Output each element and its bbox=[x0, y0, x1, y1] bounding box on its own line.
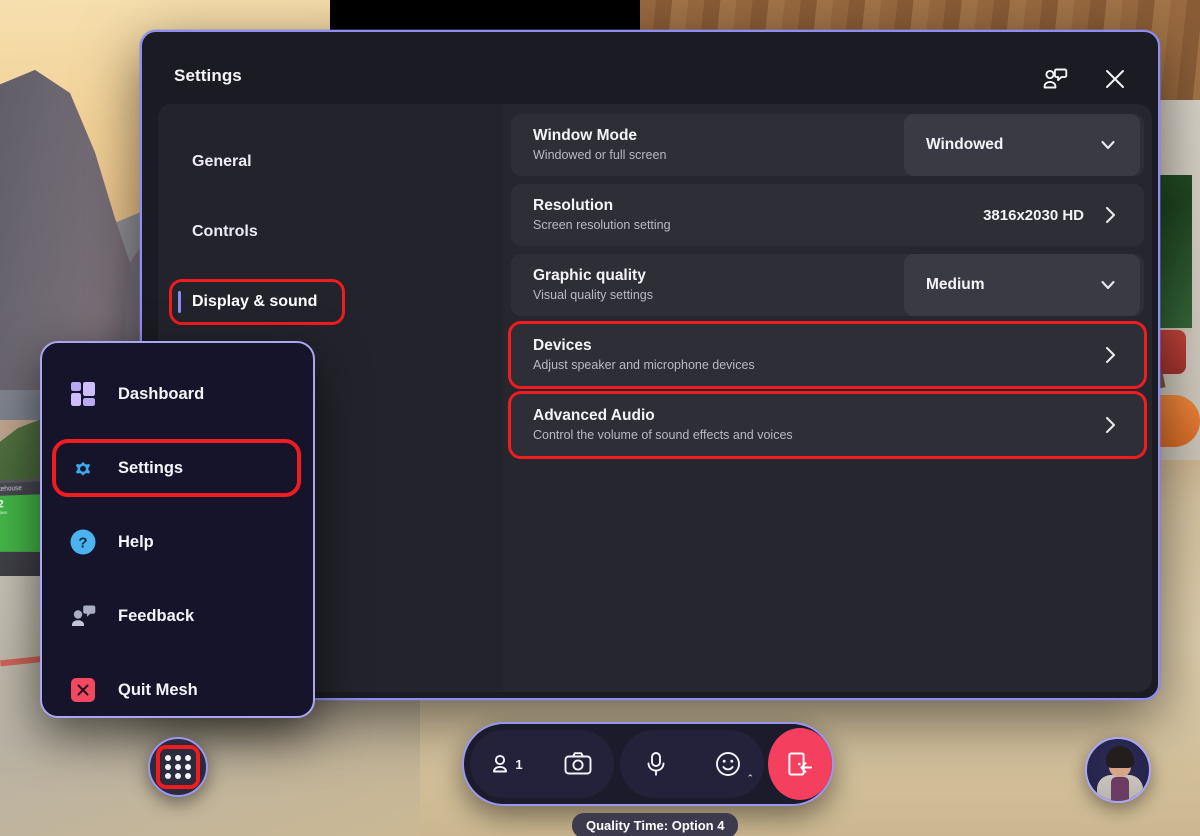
menu-item-label: Quit Mesh bbox=[118, 680, 198, 699]
person-icon bbox=[493, 754, 508, 773]
dropdown-value: Medium bbox=[926, 276, 985, 293]
person-chat-icon bbox=[1043, 68, 1068, 89]
toolbar-group-right: ⌃ bbox=[620, 730, 764, 798]
emoji-icon bbox=[716, 752, 740, 776]
setting-row-window-mode[interactable]: Window Mode Windowed or full screen Wind… bbox=[511, 114, 1144, 176]
avatar[interactable] bbox=[1085, 737, 1151, 803]
avatar-shirt bbox=[1111, 777, 1129, 801]
participants-count: 1 bbox=[515, 756, 523, 772]
close-icon bbox=[1106, 70, 1124, 88]
row-title: Resolution bbox=[533, 196, 614, 214]
microphone-icon bbox=[647, 752, 665, 776]
svg-text:?: ? bbox=[78, 535, 87, 552]
menu-item-feedback[interactable]: Feedback bbox=[42, 591, 313, 641]
row-title: Window Mode bbox=[533, 126, 638, 144]
row-subtitle: Screen resolution setting bbox=[533, 218, 671, 233]
camera-icon bbox=[564, 752, 592, 775]
graphic-quality-dropdown[interactable]: Medium bbox=[904, 254, 1140, 316]
screen-root: Lakehouse 02 headers 03 countdown go to … bbox=[0, 0, 1200, 836]
reactions-button[interactable]: ⌃ bbox=[692, 730, 764, 798]
window-actions bbox=[1036, 60, 1134, 98]
active-indicator-bar bbox=[178, 291, 181, 313]
page-title: Settings bbox=[174, 66, 242, 85]
setting-row-advanced-audio[interactable]: Advanced Audio Control the volume of sou… bbox=[508, 391, 1147, 459]
chevron-right-icon bbox=[1100, 204, 1120, 226]
leave-button[interactable] bbox=[768, 728, 832, 800]
feedback-button[interactable] bbox=[1036, 60, 1074, 98]
menu-item-label: Feedback bbox=[118, 606, 195, 625]
chevron-up-icon: ⌃ bbox=[746, 773, 754, 783]
sidebar-item-label: Controls bbox=[192, 223, 258, 240]
row-title: Advanced Audio bbox=[533, 406, 655, 424]
avatar-hair bbox=[1106, 746, 1134, 768]
row-subtitle: Windowed or full screen bbox=[533, 148, 667, 163]
window-mode-dropdown[interactable]: Windowed bbox=[904, 114, 1140, 176]
app-launcher-button[interactable] bbox=[148, 737, 208, 797]
row-text-group: Graphic quality Visual quality settings bbox=[533, 266, 904, 304]
settings-content: Window Mode Windowed or full screen Wind… bbox=[503, 104, 1152, 692]
close-square-icon bbox=[68, 675, 98, 705]
chevron-right-icon bbox=[1100, 344, 1120, 366]
chevron-right-icon bbox=[1100, 414, 1120, 436]
menu-item-label: Dashboard bbox=[118, 384, 205, 403]
row-title: Graphic quality bbox=[533, 266, 646, 284]
leave-door-icon bbox=[788, 752, 812, 776]
row-subtitle: Control the volume of sound effects and … bbox=[533, 428, 793, 443]
menu-item-label: Help bbox=[118, 532, 154, 551]
row-subtitle: Visual quality settings bbox=[533, 288, 653, 303]
sidebar-item-label: General bbox=[192, 153, 252, 170]
chevron-down-icon bbox=[1098, 275, 1118, 295]
sidebar-item-general[interactable]: General bbox=[158, 142, 503, 182]
setting-row-devices[interactable]: Devices Adjust speaker and microphone de… bbox=[508, 321, 1147, 389]
question-circle-icon: ? bbox=[68, 527, 98, 557]
menu-item-dashboard[interactable]: Dashboard bbox=[42, 369, 313, 419]
dashboard-grid-icon bbox=[68, 379, 98, 409]
tooltip: Quality Time: Option 4 bbox=[572, 813, 739, 836]
sidebar-item-controls[interactable]: Controls bbox=[158, 212, 503, 252]
app-popup-menu: Dashboard Settings ? Help Feedback Quit … bbox=[40, 341, 315, 718]
grid-dots-icon bbox=[156, 745, 200, 789]
menu-item-label: Settings bbox=[118, 458, 184, 477]
person-chat-icon bbox=[68, 601, 98, 631]
sidebar-item-label: Display & sound bbox=[192, 293, 318, 310]
row-text-group: Devices Adjust speaker and microphone de… bbox=[533, 336, 1100, 374]
menu-item-help[interactable]: ? Help bbox=[42, 517, 313, 567]
setting-row-resolution[interactable]: Resolution Screen resolution setting 381… bbox=[511, 184, 1144, 246]
microphone-button[interactable] bbox=[620, 730, 692, 798]
row-subtitle: Adjust speaker and microphone devices bbox=[533, 358, 755, 373]
toolbar-group-left: 1 bbox=[470, 730, 614, 798]
menu-item-settings[interactable]: Settings bbox=[52, 439, 301, 497]
board-cell-text: headers bbox=[0, 510, 8, 516]
bottom-toolbar: 1 ⌃ bbox=[462, 722, 834, 806]
close-button[interactable] bbox=[1096, 60, 1134, 98]
chevron-down-icon bbox=[1098, 135, 1118, 155]
setting-row-graphic-quality[interactable]: Graphic quality Visual quality settings … bbox=[511, 254, 1144, 316]
sidebar-item-display-and-sound[interactable]: Display & sound bbox=[169, 279, 345, 325]
dropdown-value: Windowed bbox=[926, 136, 1004, 153]
row-text-group: Window Mode Windowed or full screen bbox=[533, 126, 904, 164]
camera-button[interactable] bbox=[542, 730, 614, 798]
participants-button[interactable]: 1 bbox=[470, 730, 542, 798]
menu-item-quit-mesh[interactable]: Quit Mesh bbox=[42, 665, 313, 715]
row-title: Devices bbox=[533, 336, 592, 354]
gear-icon bbox=[68, 453, 98, 483]
row-text-group: Advanced Audio Control the volume of sou… bbox=[533, 406, 1100, 444]
row-text-group: Resolution Screen resolution setting bbox=[533, 196, 983, 234]
row-value: 3816x2030 HD bbox=[983, 206, 1084, 224]
